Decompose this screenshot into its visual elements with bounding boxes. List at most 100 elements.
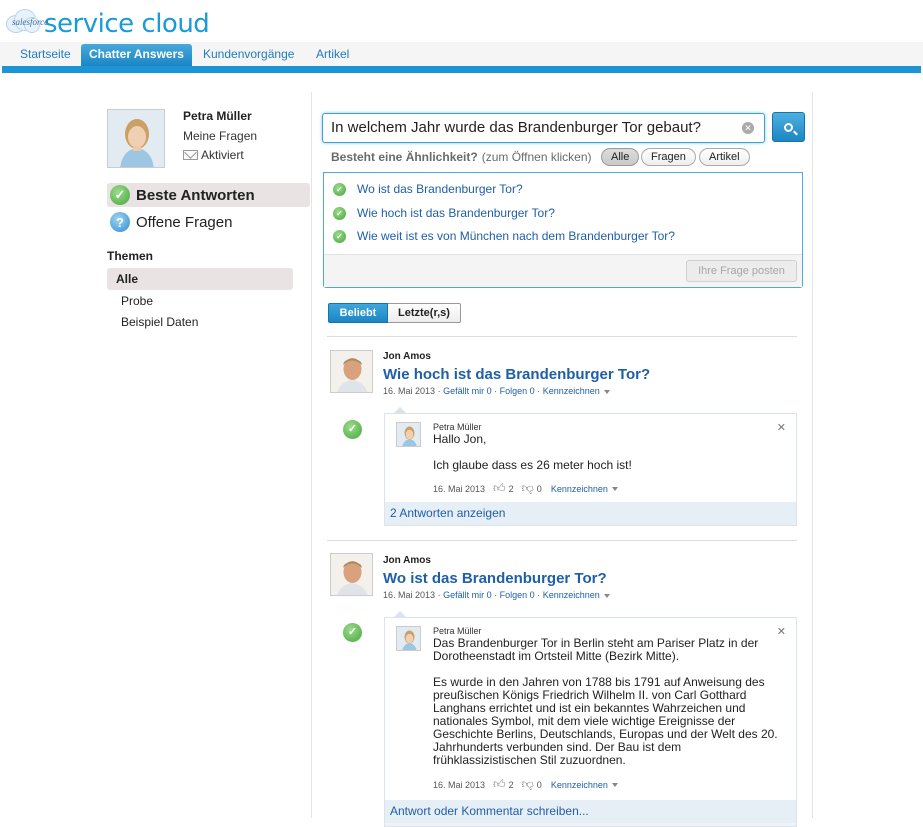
filter-questions-button[interactable]: Fragen (641, 148, 696, 166)
suggestion-label[interactable]: Wie hoch ist das Brandenburger Tor? (357, 206, 555, 220)
post-author[interactable]: Jon Amos (383, 555, 431, 566)
answer-card: Petra Müller ✕ Das Brandenburger Tor in … (384, 611, 797, 827)
profile-avatar[interactable] (107, 109, 165, 168)
suggestion-item[interactable]: ✓ Wo ist das Brandenburger Tor? (333, 182, 523, 196)
logo-text: service cloud (44, 9, 210, 39)
main-nav: Startseite Chatter Answers Kundenvorgäng… (0, 42, 923, 66)
thumbs-down-icon[interactable]: 👎︎ (522, 777, 534, 792)
tab-chatter-answers[interactable]: Chatter Answers (81, 44, 192, 66)
chevron-down-icon[interactable] (603, 593, 610, 598)
author-avatar[interactable] (330, 350, 373, 393)
thumbs-up-icon[interactable]: 👍︎ (493, 777, 506, 792)
follow-link[interactable]: Folgen 0 (500, 386, 535, 396)
answer-date: 16. Mai 2013 (433, 483, 486, 494)
question-icon: ? (110, 212, 130, 232)
answer-date: 16. Mai 2013 (433, 779, 486, 790)
green-check-icon: ✓ (333, 182, 346, 196)
post-meta: 16. Mai 2013 · Gefällt mir 0 · Folgen 0 … (383, 386, 610, 396)
post-author[interactable]: Jon Amos (383, 351, 431, 362)
chevron-down-icon[interactable] (611, 782, 618, 787)
theme-item-beispiel-daten[interactable]: Beispiel Daten (107, 311, 293, 333)
similar-prompt[interactable]: Besteht eine Ähnlichkeit? (zum Öffnen kl… (331, 150, 592, 164)
nav-underline (2, 66, 921, 73)
column-divider (311, 92, 312, 818)
answer-meta: 16. Mai 2013 👍︎ 2 👎︎ 0 Kennzeichnen (433, 481, 618, 496)
question-search-input[interactable] (323, 114, 723, 140)
similar-hint: (zum Öffnen klicken) (481, 150, 592, 164)
green-check-icon: ✓ (110, 185, 130, 205)
write-answer-link[interactable]: Antwort oder Kommentar schreiben... (385, 800, 796, 823)
clear-icon[interactable]: ✕ (742, 122, 754, 134)
follow-link[interactable]: Folgen 0 (500, 590, 535, 600)
answer-author[interactable]: Petra Müller (433, 626, 482, 636)
search-button[interactable] (772, 112, 805, 142)
flag-link[interactable]: Kennzeichnen (551, 484, 608, 494)
upvote-count: 2 (508, 483, 514, 494)
divider (327, 336, 797, 337)
sidebar-item-label: Offene Fragen (136, 213, 233, 231)
post-date: 16. Mai 2013 (383, 386, 436, 396)
theme-item-probe[interactable]: Probe (107, 290, 293, 312)
flag-link[interactable]: Kennzeichnen (551, 780, 608, 790)
email-status-label: Aktiviert (201, 148, 244, 162)
similar-label: Besteht eine Ähnlichkeit? (331, 150, 478, 164)
best-answer-check-icon: ✓ (343, 420, 362, 439)
answer-text: Das Brandenburger Tor in Berlin steht am… (433, 636, 778, 767)
logo-small-text: salesforce (12, 17, 49, 27)
post-title[interactable]: Wo ist das Brandenburger Tor? (383, 570, 607, 587)
show-answers-link[interactable]: 2 Antworten anzeigen (385, 502, 796, 525)
author-avatar[interactable] (330, 553, 373, 596)
suggestion-label[interactable]: Wie weit ist es von München nach dem Bra… (357, 229, 675, 243)
my-questions-link[interactable]: Meine Fragen (183, 129, 257, 143)
sidebar-item-label: Beste Antworten (136, 186, 255, 204)
search-icon (784, 122, 793, 132)
flag-link[interactable]: Kennzeichnen (543, 590, 600, 600)
post-title[interactable]: Wie hoch ist das Brandenburger Tor? (383, 366, 650, 383)
tab-kundenvorgaenge[interactable]: Kundenvorgänge (203, 47, 294, 61)
thumbs-down-icon[interactable]: 👎︎ (522, 481, 534, 496)
sidebar-item-open-questions[interactable]: ? Offene Fragen (107, 210, 310, 234)
like-link[interactable]: Gefällt mir 0 (443, 386, 492, 396)
answer-author[interactable]: Petra Müller (433, 422, 482, 432)
downvote-count: 0 (536, 483, 542, 494)
filter-articles-button[interactable]: Artikel (699, 148, 750, 166)
filter-all-button[interactable]: Alle (601, 148, 640, 166)
app-header: salesforce service cloud Startseite Chat… (0, 0, 923, 74)
mail-icon (183, 150, 198, 160)
like-link[interactable]: Gefällt mir 0 (443, 590, 492, 600)
thumbs-up-icon[interactable]: 👍︎ (493, 481, 506, 496)
answer-author-avatar[interactable] (396, 626, 421, 651)
post-meta: 16. Mai 2013 · Gefällt mir 0 · Folgen 0 … (383, 590, 610, 600)
cloud-logo-icon: salesforce (6, 7, 48, 37)
chevron-down-icon[interactable] (611, 486, 618, 491)
suggestion-item[interactable]: ✓ Wie weit ist es von München nach dem B… (333, 229, 675, 243)
answer-author-avatar[interactable] (396, 422, 421, 447)
flag-link[interactable]: Kennzeichnen (543, 386, 600, 396)
answer-card: Petra Müller ✕ Hallo Jon, Ich glaube das… (384, 407, 797, 526)
post-date: 16. Mai 2013 (383, 590, 436, 600)
column-divider-right (812, 92, 813, 818)
suggestion-label[interactable]: Wo ist das Brandenburger Tor? (357, 182, 523, 196)
tab-startseite[interactable]: Startseite (20, 47, 71, 61)
answer-text: Hallo Jon, Ich glaube dass es 26 meter h… (433, 432, 632, 472)
themes-heading: Themen (107, 249, 154, 263)
suggestion-footer: Ihre Frage posten (324, 254, 802, 287)
tab-artikel[interactable]: Artikel (316, 47, 349, 61)
email-status[interactable]: Aktiviert (183, 148, 244, 162)
chevron-down-icon[interactable] (603, 389, 610, 394)
service-cloud-logo[interactable]: salesforce service cloud (6, 4, 210, 40)
sort-toggle: Beliebt Letzte(r,s) (328, 303, 461, 323)
green-check-icon: ✓ (333, 206, 346, 220)
downvote-count: 0 (536, 779, 542, 790)
divider (327, 540, 797, 541)
theme-item-all[interactable]: Alle (107, 268, 293, 290)
suggestion-item[interactable]: ✓ Wie hoch ist das Brandenburger Tor? (333, 206, 555, 220)
suggestion-dropdown: ✓ Wo ist das Brandenburger Tor? ✓ Wie ho… (323, 172, 803, 288)
profile-name[interactable]: Petra Müller (183, 109, 252, 123)
upvote-count: 2 (508, 779, 514, 790)
sort-popular-button[interactable]: Beliebt (328, 303, 388, 323)
question-search-field[interactable]: ✕ (322, 113, 765, 143)
sort-latest-button[interactable]: Letzte(r,s) (388, 303, 461, 323)
sidebar-item-best-answers[interactable]: ✓ Beste Antworten (107, 183, 310, 207)
post-question-button[interactable]: Ihre Frage posten (686, 260, 797, 282)
